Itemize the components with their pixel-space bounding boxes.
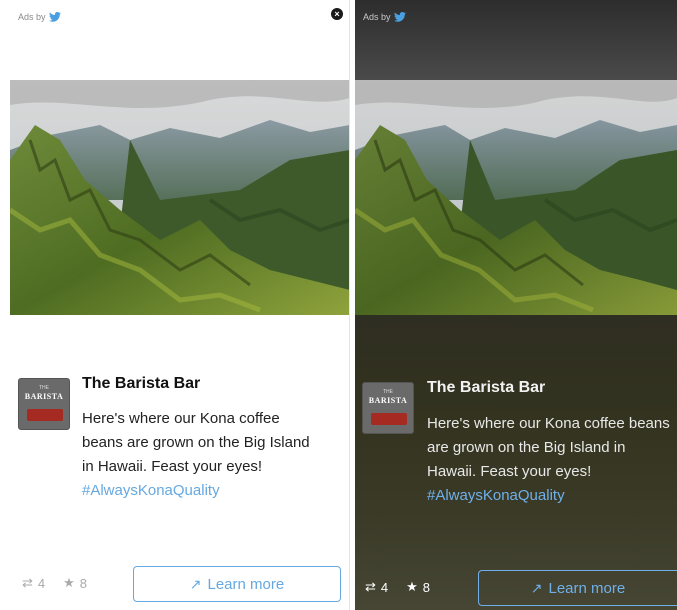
hashtag-link[interactable]: #AlwaysKonaQuality [427, 487, 565, 504]
brand-logo: THE BARISTA [18, 378, 70, 430]
logo-name-text: BARISTA [368, 396, 408, 405]
mountain-landscape-image [355, 80, 677, 315]
ads-by-label: Ads by [18, 12, 61, 22]
learn-more-label: Learn more [207, 575, 285, 593]
retweet-stat[interactable]: ⇄ 4 [22, 575, 45, 591]
twitter-bird-icon [393, 12, 406, 22]
logo-top-text: THE [383, 389, 393, 395]
tweet-body: Here's where our Kona coffee beans are g… [427, 415, 670, 480]
close-button[interactable]: × [331, 8, 343, 20]
ads-by-text-dark: Ads by [363, 12, 391, 22]
ads-by-label-dark: Ads by [363, 12, 406, 22]
favorite-stat[interactable]: ★ 8 [406, 579, 430, 595]
ad-card-dark: Ads by THE BARISTA The Barista Bar Here'… [355, 0, 677, 610]
brand-name-dark[interactable]: The Barista Bar [427, 379, 545, 397]
retweet-count: 4 [37, 575, 46, 591]
favorite-stat[interactable]: ★ 8 [63, 575, 87, 591]
arrow-up-right-icon: ↗ [189, 575, 202, 592]
brand-logo-dark: THE BARISTA [362, 382, 414, 434]
engagement-stats-dark: ⇄ 4 ★ 8 [365, 579, 430, 595]
engagement-stats: ⇄ 4 ★ 8 [22, 575, 87, 591]
logo-mark [27, 409, 63, 421]
hashtag-link[interactable]: #AlwaysKonaQuality [82, 482, 220, 499]
star-icon: ★ [63, 575, 75, 590]
twitter-bird-icon [48, 12, 61, 22]
favorite-count: 8 [422, 579, 431, 595]
hero-image [10, 80, 349, 315]
favorite-count: 8 [79, 575, 88, 591]
retweet-icon: ⇄ [22, 575, 33, 590]
learn-more-label: Learn more [548, 579, 626, 597]
retweet-stat[interactable]: ⇄ 4 [365, 579, 388, 595]
learn-more-button[interactable]: ↗ Learn more [133, 566, 341, 602]
tweet-body: Here's where our Kona coffee beans are g… [82, 410, 310, 475]
ads-by-text: Ads by [18, 12, 46, 22]
star-icon: ★ [406, 579, 418, 594]
mountain-landscape-image [10, 80, 349, 315]
close-icon: × [334, 9, 340, 19]
logo-top-text: THE [39, 385, 49, 391]
hero-image-dark [355, 80, 677, 315]
arrow-up-right-icon: ↗ [530, 579, 543, 596]
logo-name-text: BARISTA [24, 392, 64, 401]
brand-name[interactable]: The Barista Bar [82, 375, 200, 393]
retweet-count: 4 [380, 579, 389, 595]
tweet-text: Here's where our Kona coffee beans are g… [82, 407, 312, 503]
retweet-icon: ⇄ [365, 579, 376, 594]
tweet-text-dark: Here's where our Kona coffee beans are g… [427, 412, 672, 508]
logo-mark [371, 413, 407, 425]
learn-more-button-dark[interactable]: ↗ Learn more [478, 570, 677, 606]
ad-card-light: Ads by × THE BARISTA The Barista Bar Her… [0, 0, 350, 610]
